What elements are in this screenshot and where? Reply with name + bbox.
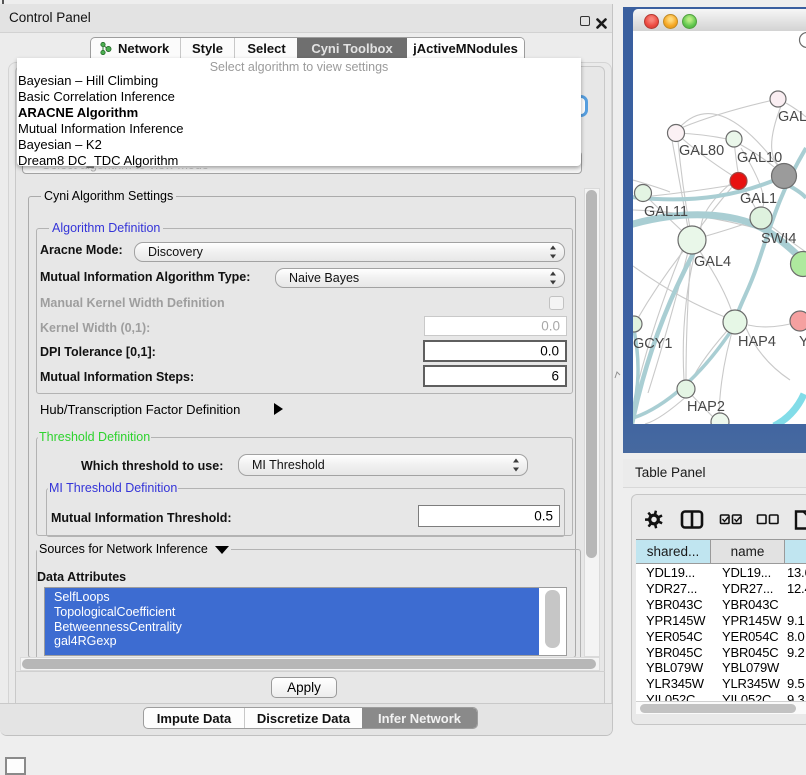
- svg-text:GAL80: GAL80: [679, 143, 724, 159]
- svg-text:GAL2: GAL2: [778, 109, 806, 125]
- svg-text:GAL4: GAL4: [694, 254, 731, 270]
- svg-text:GAL1: GAL1: [740, 191, 777, 207]
- svg-text:Y: Y: [799, 334, 806, 350]
- svg-text:GAL11: GAL11: [644, 204, 688, 220]
- svg-text:SWI4: SWI4: [761, 231, 796, 247]
- svg-text:HAP4: HAP4: [738, 334, 776, 350]
- svg-text:GAL10: GAL10: [737, 150, 782, 166]
- svg-text:GCY1: GCY1: [633, 336, 673, 352]
- svg-text:HAP2: HAP2: [687, 399, 725, 415]
